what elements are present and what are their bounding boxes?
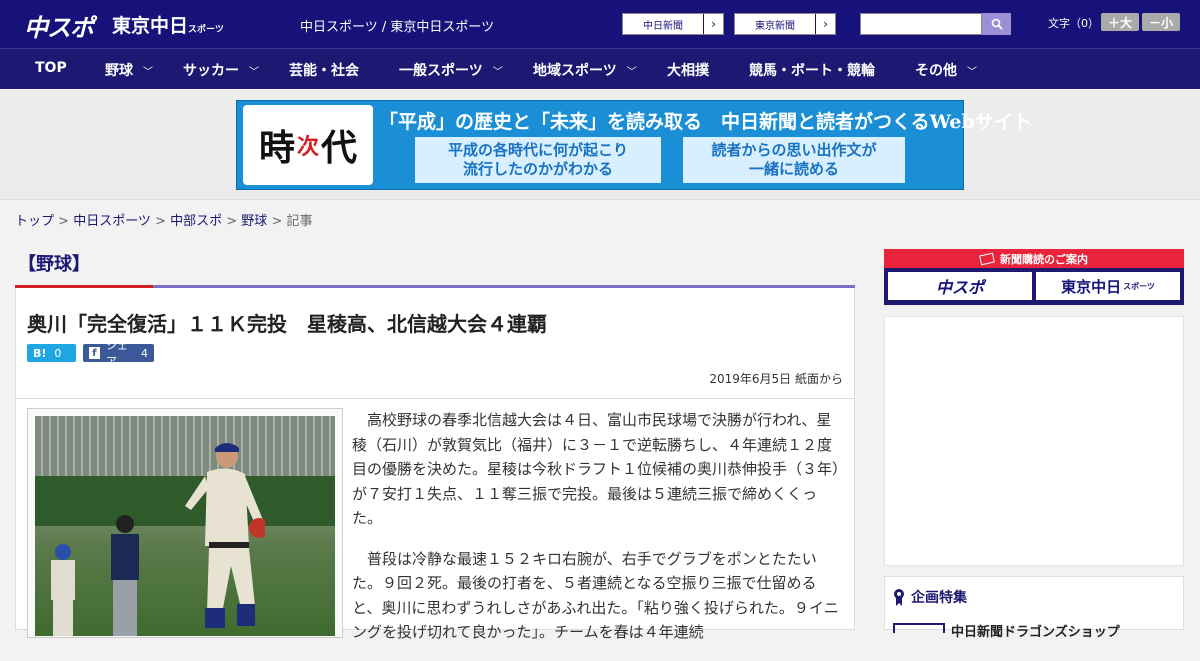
breadcrumb-sep: >: [267, 214, 287, 229]
nav-item[interactable]: 野球 ﹀: [105, 60, 153, 80]
batter-figure: [51, 544, 75, 636]
nav-item-label: 野球: [105, 63, 133, 79]
facebook-icon: f: [89, 347, 100, 359]
facebook-share-label: シェア: [105, 339, 128, 368]
nav-item[interactable]: TOP: [35, 60, 67, 76]
nav-item[interactable]: 地域スポーツ ﹀: [533, 60, 637, 80]
dragons-shop-thumbnail[interactable]: [893, 623, 945, 633]
chevron-down-icon: ﹀: [492, 66, 503, 78]
category-label: 【野球】: [18, 254, 90, 275]
nav-item-label: 地域スポーツ: [533, 63, 617, 79]
article-headline: 奥川「完全復活」１１Ｋ完投 星稜高、北信越大会４連覇: [27, 312, 547, 336]
search-icon: [991, 18, 1003, 30]
jidai-logo-c: 代: [321, 127, 358, 169]
site-names: 中日スポーツ / 東京中日スポーツ: [300, 20, 495, 35]
jidai-logo-a: 時: [258, 127, 295, 169]
chevron-down-icon: ﹀: [143, 66, 153, 78]
tokyo-chunichi-logo-text: 東京中日: [112, 15, 189, 37]
facebook-share-count: 4: [141, 346, 148, 360]
chevron-down-icon: ﹀: [967, 66, 977, 78]
chuspo-logo[interactable]: 中スポ: [24, 8, 94, 43]
chunichi-shimbun-link[interactable]: 中日新聞 ›: [622, 13, 724, 35]
breadcrumb-top[interactable]: トップ: [15, 214, 54, 229]
search-button[interactable]: [982, 13, 1011, 35]
nav-item-label: TOP: [35, 60, 67, 76]
umpire-figure: [111, 515, 139, 636]
chevron-right-icon: ›: [703, 14, 723, 34]
subscription-ad-header: 新聞購読のご案内: [884, 249, 1184, 268]
font-larger-button[interactable]: ＋大: [1101, 13, 1139, 31]
article-date: 2019年6月5日 紙面から: [709, 372, 843, 386]
hatena-icon: B!: [33, 346, 47, 360]
nav-item[interactable]: サッカー ﹀: [183, 60, 259, 80]
nav-item-label: サッカー: [183, 63, 239, 79]
chuspo-subscribe-link[interactable]: 中スポ: [888, 272, 1032, 300]
feature-title: 企画特集: [893, 587, 967, 607]
article-divider: [16, 398, 854, 399]
pitcher-figure: [185, 443, 265, 628]
font-smaller-button[interactable]: －小: [1142, 13, 1180, 31]
nav-item[interactable]: 大相撲: [667, 60, 709, 80]
award-ribbon-icon: [894, 589, 904, 606]
tokyo-chunichi-subscribe-label: 東京中日: [1061, 277, 1122, 296]
banner-headline: 「平成」の歴史と「未来」を読み取る 中日新聞と読者がつくるWebサイト: [379, 111, 1032, 133]
breadcrumb: トップ > 中日スポーツ > 中部スポ > 野球 > 記事: [15, 210, 313, 229]
nav-item-label: 大相撲: [667, 63, 709, 79]
article-body: 高校野球の春季北信越大会は４日、富山市民球場で決勝が行われ、星稜（石川）が敦賀気…: [352, 408, 842, 661]
tokyo-chunichi-logo[interactable]: 東京中日スポーツ: [112, 11, 224, 38]
facebook-share-button[interactable]: f シェア 4: [83, 339, 154, 368]
feature-section: 企画特集 中日新聞ドラゴンズショップ: [884, 576, 1184, 640]
banner-area: 時次代 「平成」の歴史と「未来」を読み取る 中日新聞と読者がつくるWebサイト …: [0, 90, 1200, 200]
hatena-bookmark-button[interactable]: B! 0: [27, 344, 76, 362]
pitcher-photo[interactable]: [35, 416, 335, 636]
breadcrumb-baseball[interactable]: 野球: [241, 214, 267, 229]
feature-title-text: 企画特集: [911, 590, 967, 606]
subscription-ad-title: 新聞購読のご案内: [1000, 252, 1088, 266]
breadcrumb-sep: >: [150, 214, 171, 229]
hatena-count: 0: [54, 346, 62, 360]
nav-item[interactable]: 競馬・ボート・競輪: [749, 60, 875, 80]
subscription-ad[interactable]: 新聞購読のご案内 中スポ 東京中日 スポーツ: [884, 249, 1184, 305]
font-size-label: 文字（0）: [1048, 17, 1099, 30]
nav-item[interactable]: その他 ﹀: [915, 60, 977, 80]
tokyo-shimbun-label: 東京新聞: [755, 20, 795, 32]
nav-item-label: 芸能・社会: [289, 63, 359, 79]
nav-item[interactable]: 芸能・社会: [289, 60, 359, 80]
nav-item-label: その他: [915, 63, 957, 79]
top-header: 中スポ 東京中日スポーツ 中日スポーツ / 東京中日スポーツ 中日新聞 › 東京…: [0, 0, 1200, 48]
banner-box-left: 平成の各時代に何が起こり 流行したのかがわかる: [415, 137, 661, 183]
article: 奥川「完全復活」１１Ｋ完投 星稜高、北信越大会４連覇 B! 0 f シェア 4 201…: [15, 288, 855, 641]
breadcrumb-chunichi-sports[interactable]: 中日スポーツ: [73, 214, 151, 229]
tokyo-chunichi-subscribe-link[interactable]: 東京中日 スポーツ: [1036, 272, 1180, 300]
nav-item[interactable]: 一般スポーツ ﹀: [399, 60, 503, 80]
jidai-logo: 時次代: [243, 105, 373, 185]
chevron-right-icon: ›: [815, 14, 835, 34]
breadcrumb-chubu-supo[interactable]: 中部スポ: [170, 214, 222, 229]
chunichi-shimbun-label: 中日新聞: [643, 20, 683, 32]
tokyo-chunichi-subscribe-small: スポーツ: [1123, 281, 1155, 291]
jidai-logo-b: 次: [296, 134, 319, 160]
dragons-shop-link[interactable]: 中日新聞ドラゴンズショップ: [951, 621, 1120, 640]
breadcrumb-sep: >: [222, 214, 242, 229]
nav-item-label: 競馬・ボート・競輪: [749, 63, 875, 79]
sidebar-ad-slot: [884, 316, 1184, 566]
article-photo-frame: [27, 408, 343, 638]
breadcrumb-sep: >: [54, 214, 74, 229]
nav-item-label: 一般スポーツ: [399, 63, 483, 79]
tokyo-chunichi-logo-small: スポーツ: [188, 25, 224, 35]
article-paragraph: 高校野球の春季北信越大会は４日、富山市民球場で決勝が行われ、星稜（石川）が敦賀気…: [352, 411, 840, 527]
chevron-down-icon: ﹀: [249, 66, 259, 78]
breadcrumb-current: 記事: [286, 214, 313, 229]
search-input[interactable]: [860, 13, 982, 35]
newspaper-icon: [979, 252, 995, 265]
tokyo-shimbun-link[interactable]: 東京新聞 ›: [734, 13, 836, 35]
banner-box-right: 読者からの思い出作文が 一緒に読める: [683, 137, 905, 183]
chevron-down-icon: ﹀: [626, 66, 637, 78]
jidai-banner[interactable]: 時次代 「平成」の歴史と「未来」を読み取る 中日新聞と読者がつくるWebサイト …: [236, 100, 1032, 190]
